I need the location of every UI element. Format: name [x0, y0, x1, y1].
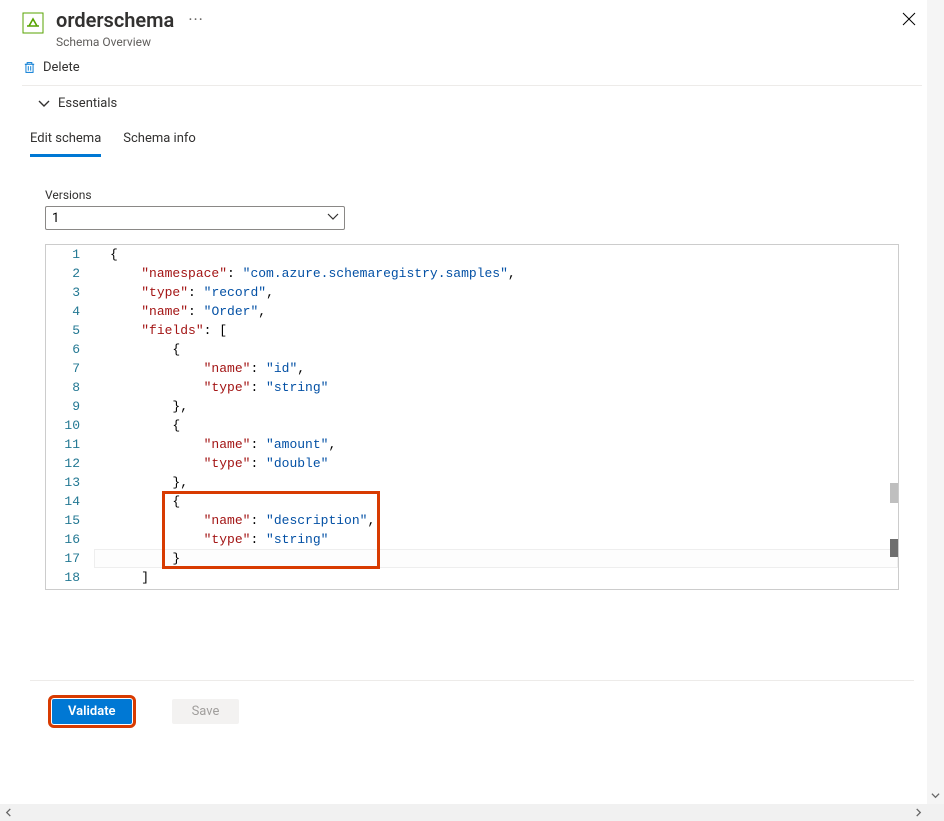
code-line[interactable]: "name": "amount", — [94, 435, 898, 454]
trash-icon — [22, 60, 37, 75]
command-bar: Delete — [0, 54, 944, 85]
line-number: 3 — [46, 283, 80, 302]
code-line[interactable]: "namespace": "com.azure.schemaregistry.s… — [94, 264, 898, 283]
save-button: Save — [172, 699, 240, 724]
line-number: 4 — [46, 302, 80, 321]
tab-edit-schema[interactable]: Edit schema — [30, 125, 101, 157]
tab-schema-info[interactable]: Schema info — [123, 125, 196, 157]
scrollbar-corner — [927, 804, 944, 821]
line-number: 18 — [46, 568, 80, 587]
code-line[interactable]: "type": "string" — [94, 378, 898, 397]
line-number: 7 — [46, 359, 80, 378]
line-number: 10 — [46, 416, 80, 435]
line-number: 17 — [46, 549, 80, 568]
editor-gutter: 123456789101112131415161718 — [46, 245, 94, 589]
page-subtitle: Schema Overview — [56, 34, 174, 50]
line-number: 1 — [46, 245, 80, 264]
overview-ruler-mark — [890, 539, 898, 557]
close-button[interactable] — [900, 10, 918, 28]
line-number: 15 — [46, 511, 80, 530]
code-line[interactable]: "name": "Order", — [94, 302, 898, 321]
scroll-right-icon[interactable] — [910, 804, 927, 821]
code-line[interactable]: { — [94, 416, 898, 435]
line-number: 11 — [46, 435, 80, 454]
code-line[interactable]: "name": "description", — [94, 511, 898, 530]
tabs: Edit schema Schema info — [0, 121, 944, 158]
code-editor[interactable]: 123456789101112131415161718 { "namespace… — [45, 244, 899, 590]
code-line[interactable]: "name": "id", — [94, 359, 898, 378]
more-actions-icon[interactable]: ··· — [188, 10, 204, 29]
panel-root: orderschema Schema Overview ··· Delete E… — [0, 0, 944, 821]
header: orderschema Schema Overview ··· — [0, 0, 944, 54]
code-line[interactable]: { — [94, 340, 898, 359]
versions-select[interactable]: 1 — [45, 206, 345, 230]
code-line[interactable]: }, — [94, 473, 898, 492]
page-title: orderschema — [56, 8, 174, 32]
line-number: 8 — [46, 378, 80, 397]
overview-ruler-mark — [890, 483, 898, 503]
scroll-down-icon[interactable] — [927, 787, 944, 804]
line-number: 16 — [46, 530, 80, 549]
vertical-scrollbar[interactable] — [927, 0, 944, 804]
validate-button[interactable]: Validate — [52, 699, 132, 724]
scrollbar-thumb[interactable] — [17, 806, 910, 819]
code-line[interactable]: } — [94, 549, 898, 568]
chevron-down-icon — [38, 98, 50, 110]
code-line[interactable]: "type": "record", — [94, 283, 898, 302]
header-text: orderschema Schema Overview — [56, 8, 174, 50]
horizontal-scrollbar[interactable] — [0, 804, 927, 821]
delete-button[interactable]: Delete — [22, 60, 80, 75]
line-number: 12 — [46, 454, 80, 473]
schema-icon — [22, 12, 44, 34]
line-number: 9 — [46, 397, 80, 416]
scrollbar-track[interactable] — [17, 804, 910, 821]
essentials-label: Essentials — [58, 96, 117, 111]
line-number: 2 — [46, 264, 80, 283]
code-line[interactable]: "fields": [ — [94, 321, 898, 340]
code-line[interactable]: "type": "string" — [94, 530, 898, 549]
line-number: 5 — [46, 321, 80, 340]
versions-label: Versions — [0, 158, 944, 206]
panel-inner: orderschema Schema Overview ··· Delete E… — [0, 0, 944, 724]
code-line[interactable]: }, — [94, 397, 898, 416]
button-bar: Validate Save — [0, 681, 944, 724]
line-number: 14 — [46, 492, 80, 511]
code-line[interactable]: { — [94, 245, 898, 264]
versions-select-wrap: 1 — [45, 206, 345, 230]
code-line[interactable]: { — [94, 492, 898, 511]
essentials-toggle[interactable]: Essentials — [0, 86, 944, 121]
line-number: 13 — [46, 473, 80, 492]
scroll-left-icon[interactable] — [0, 804, 17, 821]
editor-code[interactable]: { "namespace": "com.azure.schemaregistry… — [94, 245, 898, 589]
code-line[interactable]: ] — [94, 568, 898, 587]
close-icon — [902, 12, 916, 26]
delete-label: Delete — [43, 60, 80, 75]
line-number: 6 — [46, 340, 80, 359]
code-line[interactable]: "type": "double" — [94, 454, 898, 473]
